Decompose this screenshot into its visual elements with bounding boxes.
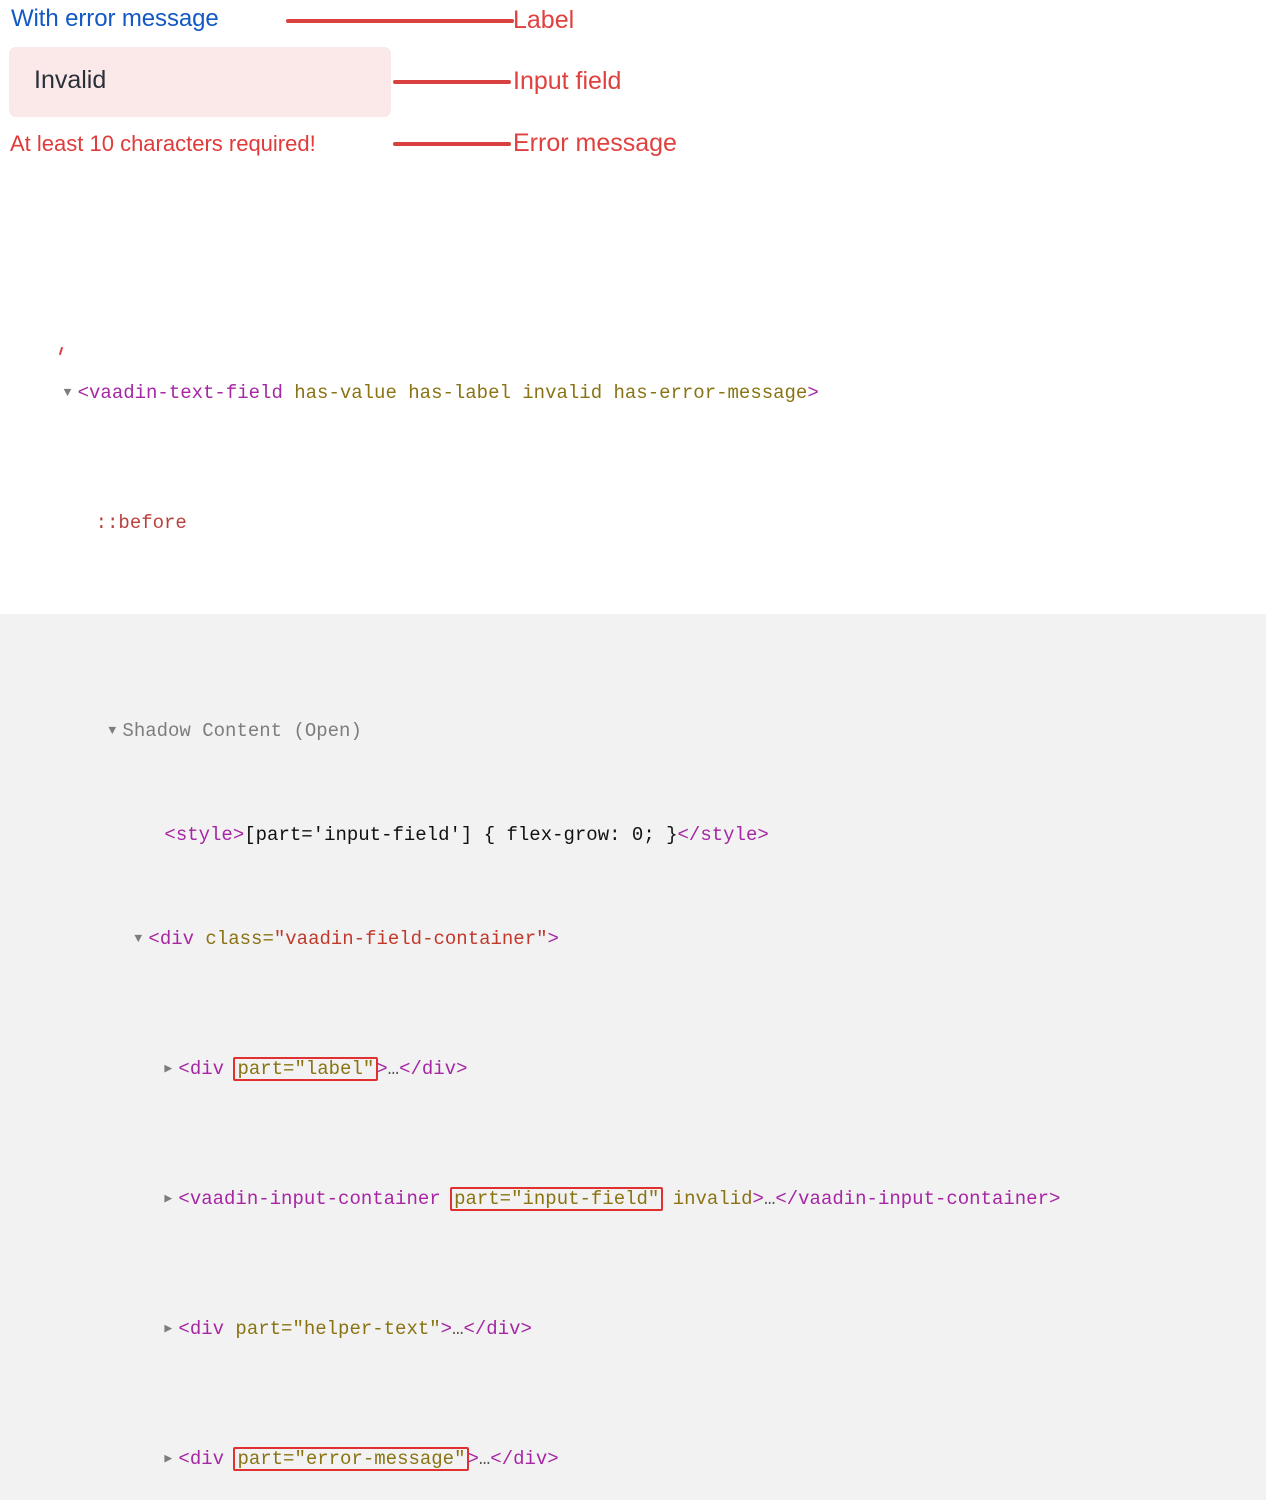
annotation-tick [58,346,64,356]
dom-line-pseudo-before[interactable]: ::before [0,484,1266,534]
root-tag-open: <vaadin-text-field [77,382,283,404]
part-helper-text-attr: part="helper-text" [224,1318,441,1340]
pseudo-before-label: ::before [95,512,187,534]
dom-line-field-container[interactable]: <div class="vaadin-field-container"> [0,900,1266,950]
callout-line-input-field [393,80,511,84]
part-helper-text-tag-open: <div [178,1318,225,1340]
shadow-content-label: Shadow Content (Open) [122,720,362,742]
part-label-gt: > [376,1058,388,1080]
part-error-message-ellipsis: … [478,1448,491,1470]
part-error-message-tag-open: <div [178,1448,225,1470]
dom-line-part-label[interactable]: <div part="label">…</div> [0,1030,1266,1081]
expand-twisty-part-error-message[interactable] [164,1446,178,1472]
part-helper-text-gt: > [440,1318,453,1340]
dom-line-part-input-field[interactable]: <vaadin-input-container part="input-fiel… [0,1160,1266,1211]
callout-line-error-message [393,142,511,146]
callout-line-label [286,19,514,23]
style-tag-close: </style> [677,824,769,846]
callout-text-error-message: Error message [513,129,677,157]
dom-line-root-open[interactable]: <vaadin-text-field has-value has-label i… [0,346,1266,404]
field-label: With error message [11,5,219,32]
style-tag-open: <style> [164,824,245,846]
highlight-box-part-error-message: part="error-message" [233,1447,470,1471]
expand-twisty-shadow[interactable] [108,718,122,744]
callout-text-input-field: Input field [513,67,622,95]
expand-twisty-field-container[interactable] [134,926,148,952]
part-label-tag-open: <div [178,1058,225,1080]
part-error-message-close: </div> [490,1448,559,1470]
callout-text-label: Label [513,6,575,34]
highlight-box-part-label: part="label" [233,1057,379,1081]
field-container-attr-value: "vaadin-field-container" [273,928,548,950]
field-container-attr-name: class= [194,928,274,950]
part-label-attr: part="label" [237,1058,375,1080]
expand-twisty-part-input-field[interactable] [164,1186,178,1212]
field-container-tag-gt: > [547,928,559,950]
part-input-field-tag-open: <vaadin-input-container [178,1188,441,1210]
dom-line-shadow-style[interactable]: <style>[part='input-field'] { flex-grow:… [0,796,1266,846]
root-tag-attrs: has-value has-label invalid has-error-me… [282,382,808,404]
dom-line-part-helper-text[interactable]: <div part="helper-text">…</div> [0,1290,1266,1340]
part-input-field-attr: part="input-field" [454,1188,660,1210]
expand-twisty-part-label[interactable] [164,1056,178,1082]
field-container-tag-open: <div [148,928,195,950]
part-input-field-invalid-attr: invalid [661,1188,753,1210]
expand-twisty-root[interactable] [64,380,78,406]
expand-twisty-part-helper-text[interactable] [164,1316,178,1342]
part-label-ellipsis: … [387,1058,400,1080]
text-input-field[interactable]: Invalid [9,47,391,117]
part-input-field-gt: > [752,1188,764,1210]
root-tag-gt: > [807,382,819,404]
part-input-field-ellipsis: … [763,1188,776,1210]
dom-inspector-tree: <vaadin-text-field has-value has-label i… [0,250,1266,1500]
style-css-text: [part='input-field'] { flex-grow: 0; } [244,824,678,846]
part-error-message-gt: > [467,1448,479,1470]
dom-line-shadow-header[interactable]: Shadow Content (Open) [0,692,1266,742]
field-error-message: At least 10 characters required! [10,131,316,156]
dom-line-part-error-message[interactable]: <div part="error-message">…</div> [0,1420,1266,1471]
input-value-text: Invalid [34,66,107,94]
part-helper-text-close: </div> [463,1318,532,1340]
part-error-message-attr: part="error-message" [237,1448,466,1470]
shadow-root-block: Shadow Content (Open) <style>[part='inpu… [0,614,1266,1500]
highlight-box-part-input-field: part="input-field" [450,1187,664,1211]
part-helper-text-ellipsis: … [452,1318,464,1340]
part-label-close: </div> [399,1058,468,1080]
part-input-field-close: </vaadin-input-container> [775,1188,1061,1210]
text-field-demo-area: With error message Invalid At least 10 c… [0,0,1266,230]
